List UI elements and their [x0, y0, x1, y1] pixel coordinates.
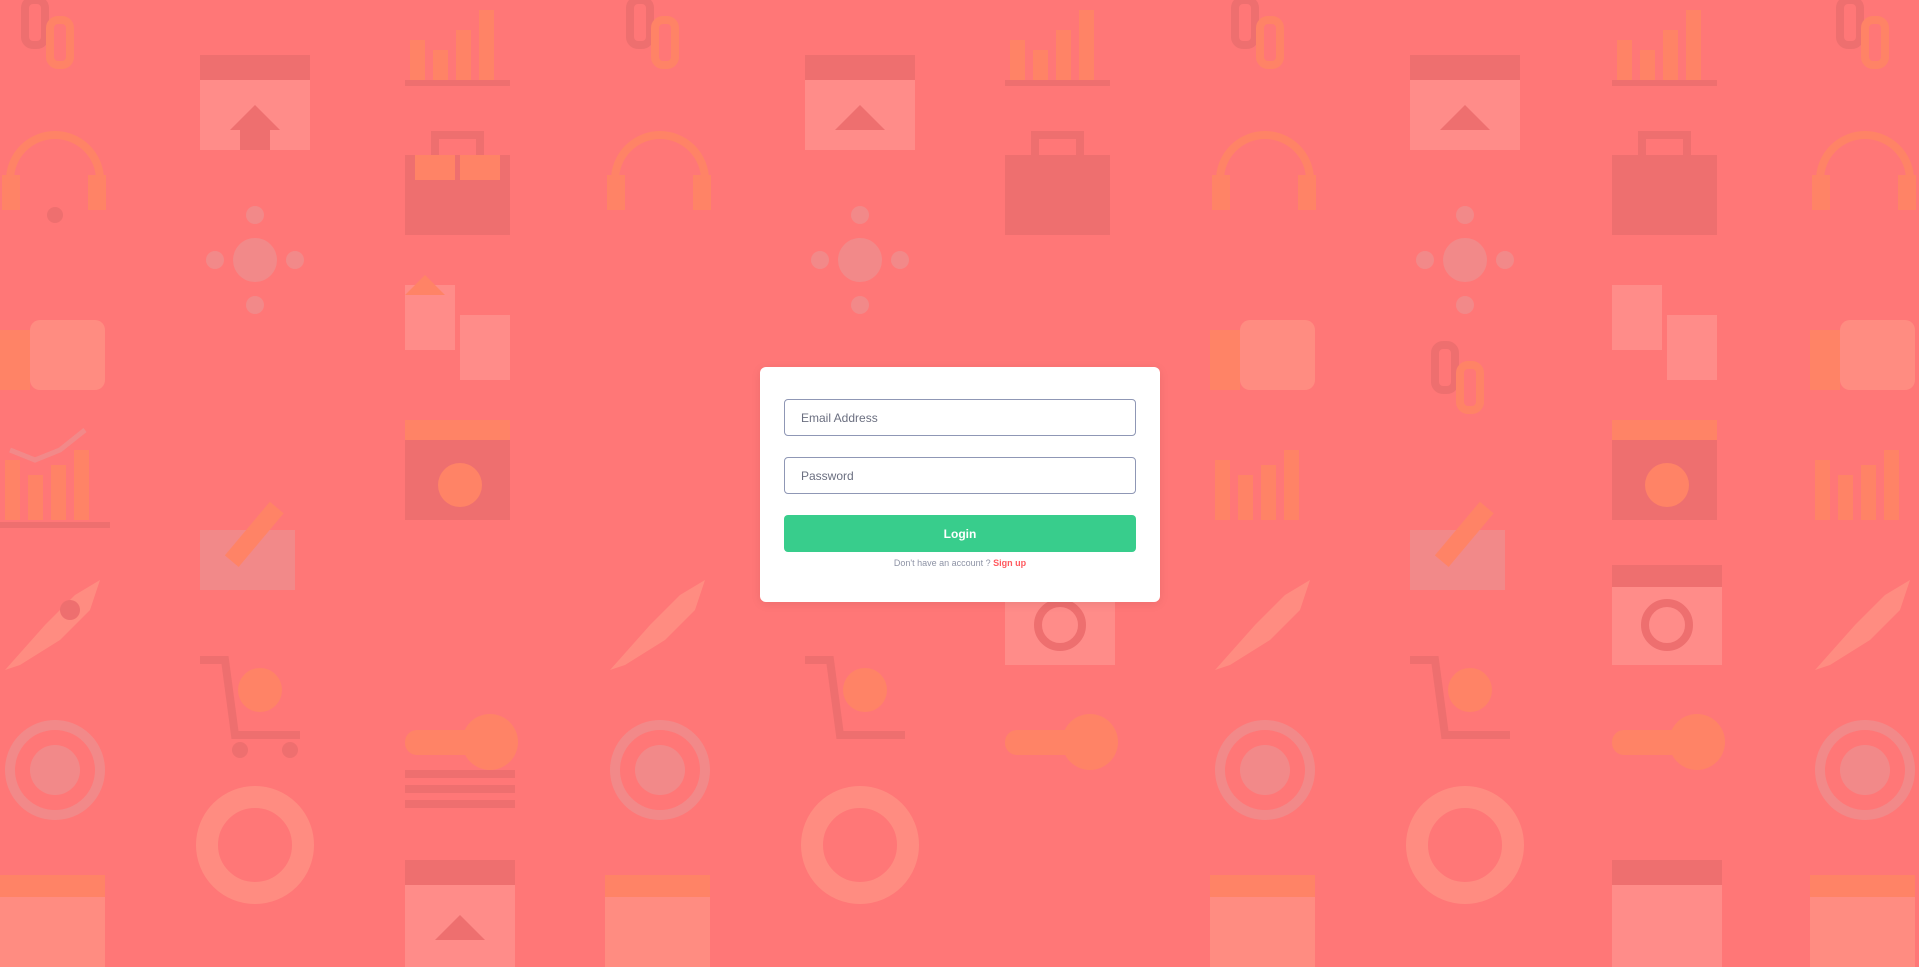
thumbs-up-icon	[0, 320, 105, 390]
chain-link-icon	[626, 0, 679, 69]
review-pencil-icon	[200, 501, 295, 590]
rocket-icon	[1215, 580, 1310, 670]
chain-link-icon	[1836, 0, 1889, 69]
login-card: Login Don't have an account ? Sign up	[760, 367, 1160, 602]
folder-gear-icon	[1612, 420, 1717, 520]
network-icon	[811, 206, 909, 314]
bar-chart-icon	[0, 428, 110, 528]
calendar-icon	[0, 875, 105, 967]
browser-home-icon	[1410, 55, 1520, 150]
shopping-cart-gear-icon	[1410, 656, 1510, 739]
thumbs-up-icon	[1210, 320, 1315, 390]
folder-gear-icon	[405, 420, 510, 520]
browser-home-icon	[200, 55, 310, 150]
thumbs-up-icon	[1810, 320, 1915, 390]
bar-chart-icon	[405, 10, 510, 86]
browser-home-icon	[1612, 860, 1722, 967]
globe-gear-icon	[1815, 720, 1915, 820]
file-sync-icon	[405, 275, 510, 380]
bar-chart-icon	[1215, 450, 1299, 520]
email-field[interactable]	[784, 399, 1136, 436]
chain-link-icon	[1231, 0, 1284, 69]
calendar-icon	[1210, 875, 1315, 967]
browser-home-icon	[805, 55, 915, 150]
lifebuoy-icon	[801, 786, 919, 904]
login-button[interactable]: Login	[784, 515, 1136, 552]
key-icon	[1612, 714, 1725, 770]
chain-link-icon	[21, 0, 74, 69]
key-icon	[405, 714, 518, 808]
password-field[interactable]	[784, 457, 1136, 494]
calendar-icon	[1810, 875, 1915, 967]
key-icon	[1005, 714, 1118, 770]
toolbox-icon	[405, 131, 510, 235]
review-pencil-icon	[1410, 501, 1505, 590]
rocket-icon	[1815, 580, 1910, 670]
bar-chart-icon	[1612, 10, 1717, 86]
headset-icon	[2, 131, 106, 223]
browser-search-icon	[1612, 565, 1722, 665]
globe-gear-icon	[1215, 720, 1315, 820]
globe-gear-icon	[610, 720, 710, 820]
calendar-icon	[605, 875, 710, 967]
lifebuoy-icon	[1406, 786, 1524, 904]
toolbox-icon	[1612, 131, 1717, 235]
bar-chart-icon	[1005, 10, 1110, 86]
file-sync-icon	[1612, 285, 1717, 380]
browser-home-icon	[405, 860, 515, 967]
bar-chart-icon	[1815, 450, 1899, 520]
rocket-icon	[610, 580, 705, 670]
signup-link[interactable]: Sign up	[993, 558, 1026, 568]
no-account-text: Don't have an account ?	[893, 558, 994, 568]
lifebuoy-icon	[196, 786, 314, 904]
shopping-cart-gear-icon	[805, 656, 905, 739]
headset-icon	[607, 131, 711, 210]
chain-link-icon	[1431, 341, 1484, 414]
rocket-icon	[5, 580, 100, 670]
globe-gear-icon	[5, 720, 105, 820]
toolbox-icon	[1005, 131, 1110, 235]
network-icon	[206, 206, 304, 314]
headset-icon	[1212, 131, 1316, 210]
headset-icon	[1812, 131, 1916, 210]
shopping-cart-gear-icon	[200, 656, 300, 758]
network-icon	[1416, 206, 1514, 314]
signup-prompt: Don't have an account ? Sign up	[760, 558, 1160, 568]
